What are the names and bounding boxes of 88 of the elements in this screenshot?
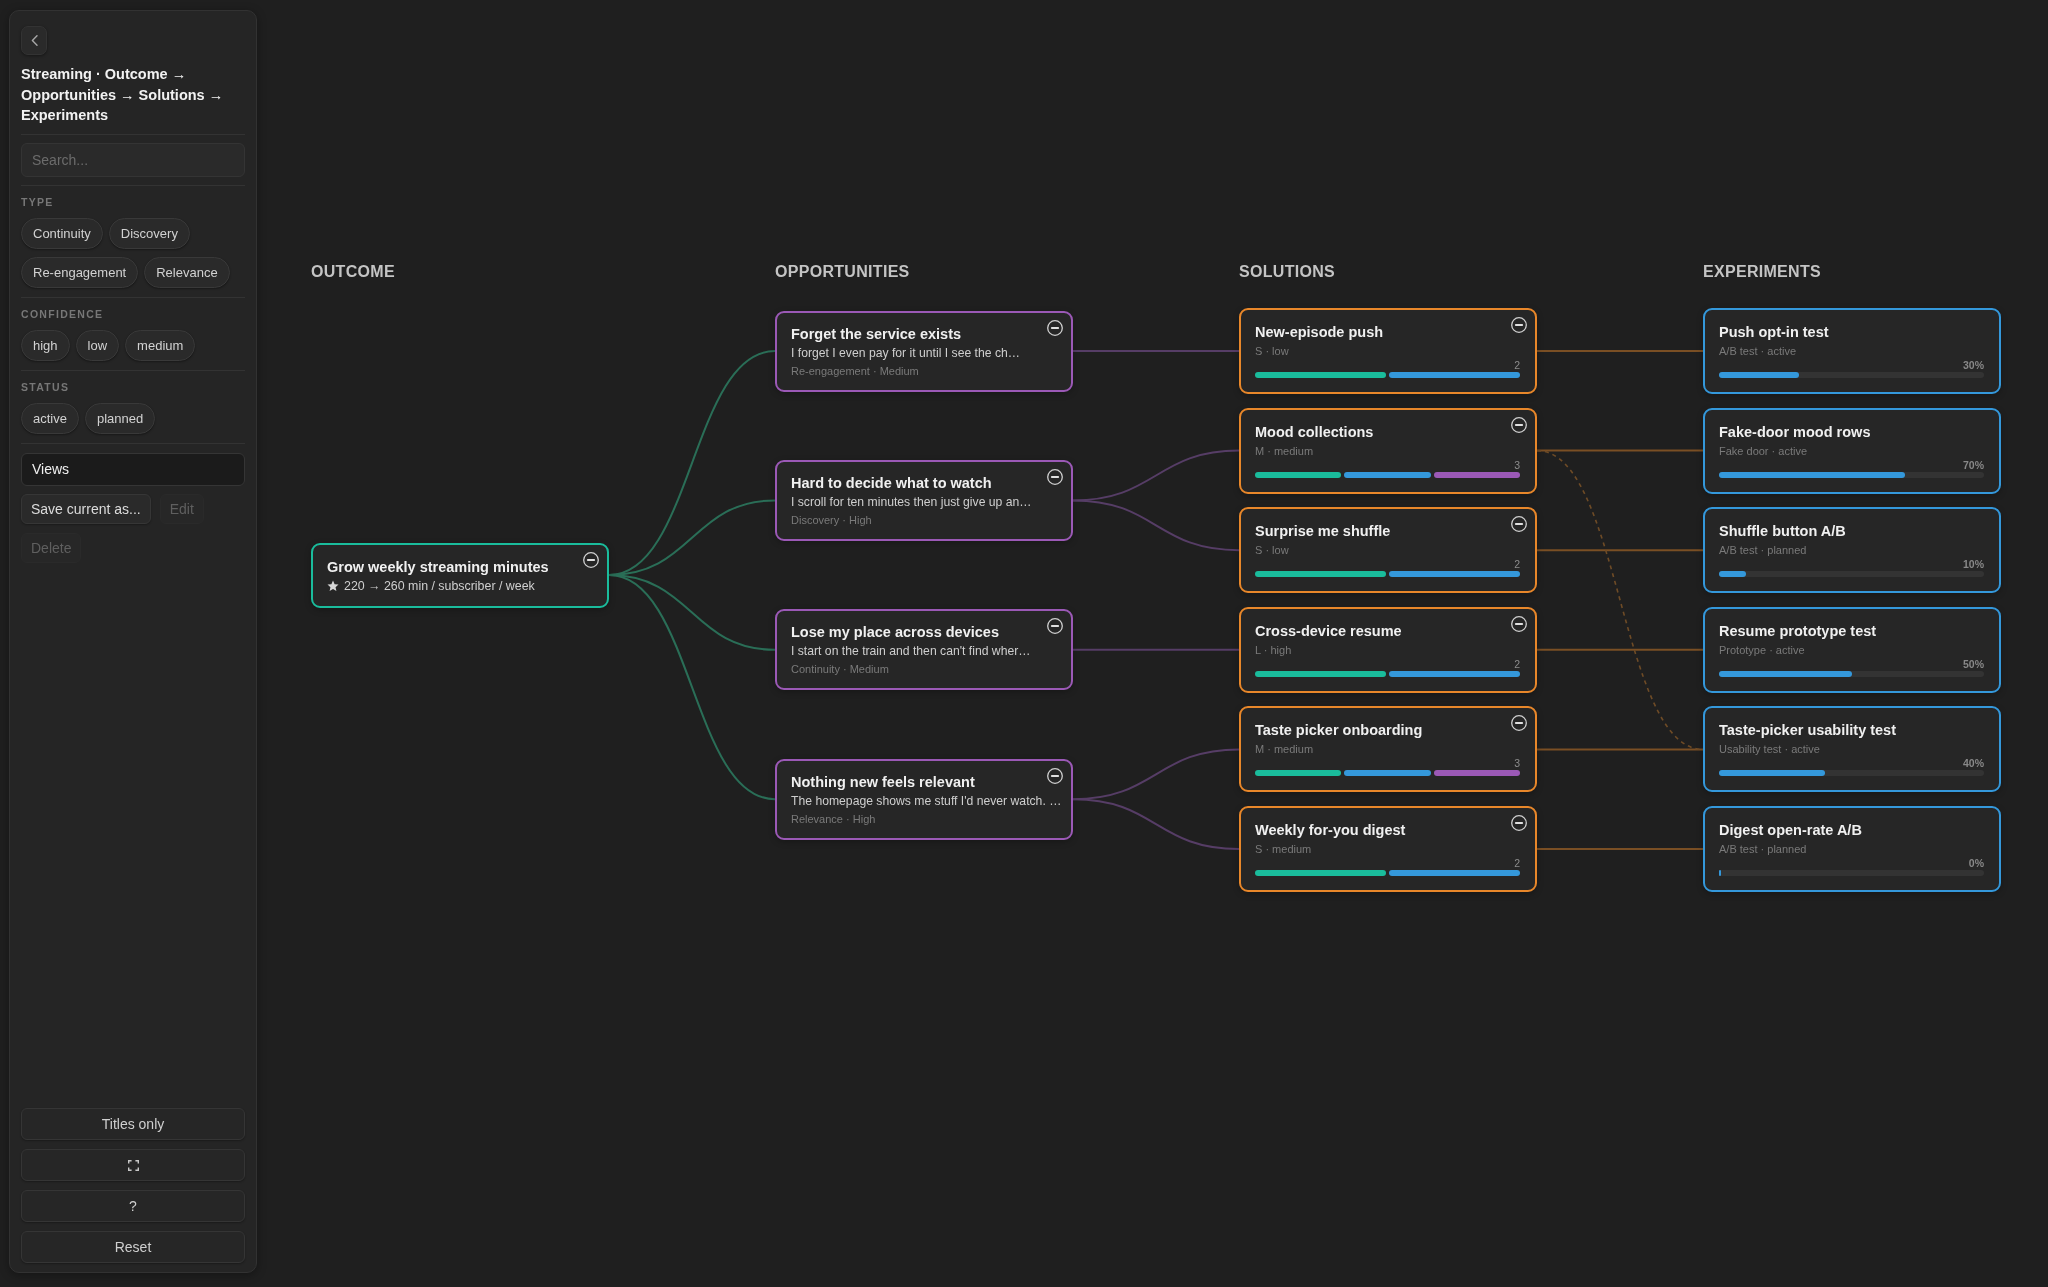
toolbar-button[interactable]: Titles only	[21, 1108, 245, 1140]
section-label: STATUS	[21, 379, 70, 394]
column-header: OPPORTUNITIES	[775, 262, 910, 282]
card-meta: Re-engagement · Medium	[791, 363, 919, 379]
card-description: I forget I even pay for it until I see the ch…	[791, 344, 1020, 362]
views-select[interactable]: Views	[21, 452, 245, 486]
filter-chip[interactable]: Discovery	[108, 217, 190, 249]
filter-chip[interactable]: high	[21, 329, 70, 361]
count-label: 3	[1514, 758, 1520, 770]
minus-circle-icon[interactable]	[1511, 715, 1527, 732]
section-label: TYPE	[21, 194, 54, 209]
card-description: The homepage shows me stuff I'd never watch. …	[791, 792, 1062, 810]
progress-label: 0%	[1968, 858, 1984, 869]
card-meta: Fake door · active	[1719, 443, 1808, 459]
card-meta: A/B test · active	[1719, 344, 1797, 359]
minus-circle-icon[interactable]	[1047, 319, 1063, 336]
card-title: Forget the service exists	[791, 324, 962, 344]
card-meta: A/B test · planned	[1719, 543, 1807, 559]
card-meta: Discovery · High	[791, 512, 872, 528]
column-header: OUTCOME	[311, 262, 395, 282]
metric-text: 220 → 260 min / subscriber / week	[344, 578, 535, 593]
toolbar-button[interactable]: Reset	[21, 1231, 245, 1263]
filter-chip[interactable]: active	[21, 402, 79, 434]
card-title: Cross-device resume	[1255, 621, 1402, 641]
progress-label: 50%	[1963, 658, 1984, 670]
count-label: 2	[1514, 559, 1520, 571]
card-title: New-episode push	[1255, 323, 1384, 342]
card-title: Push opt-in test	[1719, 323, 1829, 342]
card-title: Mood collections	[1255, 422, 1374, 442]
section-label: CONFIDENCE	[21, 306, 104, 321]
toolbar-button[interactable]: ?	[21, 1190, 245, 1222]
card-description: I start on the train and then can't find wher…	[791, 643, 1031, 661]
card-title: Grow weekly streaming minutes	[327, 557, 549, 577]
filter-chip[interactable]: Re-engagement	[21, 256, 139, 288]
count-label: 2	[1514, 658, 1520, 670]
card-title: Hard to decide what to watch	[791, 473, 992, 493]
filter-chip[interactable]: Relevance	[144, 256, 230, 288]
card-meta: S · medium	[1255, 842, 1312, 857]
minus-circle-icon[interactable]	[1511, 815, 1527, 831]
column-header: SOLUTIONS	[1239, 262, 1336, 282]
minus-circle-icon[interactable]	[1511, 317, 1527, 333]
minus-circle-icon[interactable]	[1511, 516, 1527, 533]
star-icon	[327, 579, 339, 592]
back-button[interactable]	[21, 26, 47, 55]
card-title: Lose my place across devices	[791, 623, 999, 643]
progress-label: 10%	[1963, 559, 1984, 571]
card-title: Taste-picker usability test	[1719, 721, 1897, 741]
count-label: 3	[1514, 459, 1520, 471]
minus-circle-icon[interactable]	[1047, 767, 1063, 784]
card-meta: S · low	[1255, 543, 1289, 559]
card-description: I scroll for ten minutes then just give up an…	[791, 493, 1032, 511]
minus-circle-icon[interactable]	[583, 551, 599, 568]
card-title: Surprise me shuffle	[1255, 522, 1391, 542]
card-meta: S · low	[1255, 344, 1289, 359]
card-title: Nothing new feels relevant	[791, 772, 975, 792]
column-header: EXPERIMENTS	[1703, 262, 1821, 282]
card-meta: M · medium	[1255, 742, 1314, 758]
search-field[interactable]: Search...	[21, 142, 245, 177]
count-label: 2	[1514, 360, 1520, 371]
card-meta: Usability test · active	[1719, 742, 1820, 758]
card-title: Taste picker onboarding	[1255, 721, 1423, 741]
minus-circle-icon[interactable]	[1047, 468, 1063, 485]
card-title: Fake-door mood rows	[1719, 422, 1871, 442]
card-title: Weekly for-you digest	[1255, 821, 1406, 840]
filter-chip[interactable]: medium	[125, 329, 196, 361]
card-title: Shuffle button A/B	[1719, 522, 1846, 542]
filter-chip[interactable]: planned	[84, 402, 156, 434]
fullscreen-icon	[127, 1159, 139, 1171]
card-meta: Continuity · Medium	[791, 662, 889, 678]
card-meta: Relevance · High	[791, 811, 876, 827]
card-meta: Prototype · active	[1719, 642, 1805, 658]
progress-label: 70%	[1963, 459, 1984, 471]
minus-circle-icon[interactable]	[1511, 615, 1527, 632]
chevron-left-icon	[30, 35, 38, 46]
card-title: Resume prototype test	[1719, 621, 1877, 641]
breadcrumb-title: Streaming · Outcome → Opportunities → Solutions → Experiments	[21, 65, 225, 125]
card-meta: M · medium	[1255, 443, 1314, 459]
count-label: 2	[1514, 858, 1520, 869]
filter-chip[interactable]: low	[75, 329, 120, 361]
card-title: Digest open-rate A/B	[1719, 821, 1862, 840]
minus-circle-icon[interactable]	[1047, 618, 1063, 635]
action-button[interactable]: Save current as...	[21, 493, 151, 524]
card-meta: L · high	[1255, 642, 1292, 658]
progress-label: 40%	[1963, 758, 1984, 770]
minus-circle-icon[interactable]	[1511, 416, 1527, 433]
progress-label: 30%	[1963, 360, 1984, 371]
card-meta: A/B test · planned	[1719, 842, 1807, 857]
filter-chip[interactable]: Continuity	[21, 217, 103, 249]
